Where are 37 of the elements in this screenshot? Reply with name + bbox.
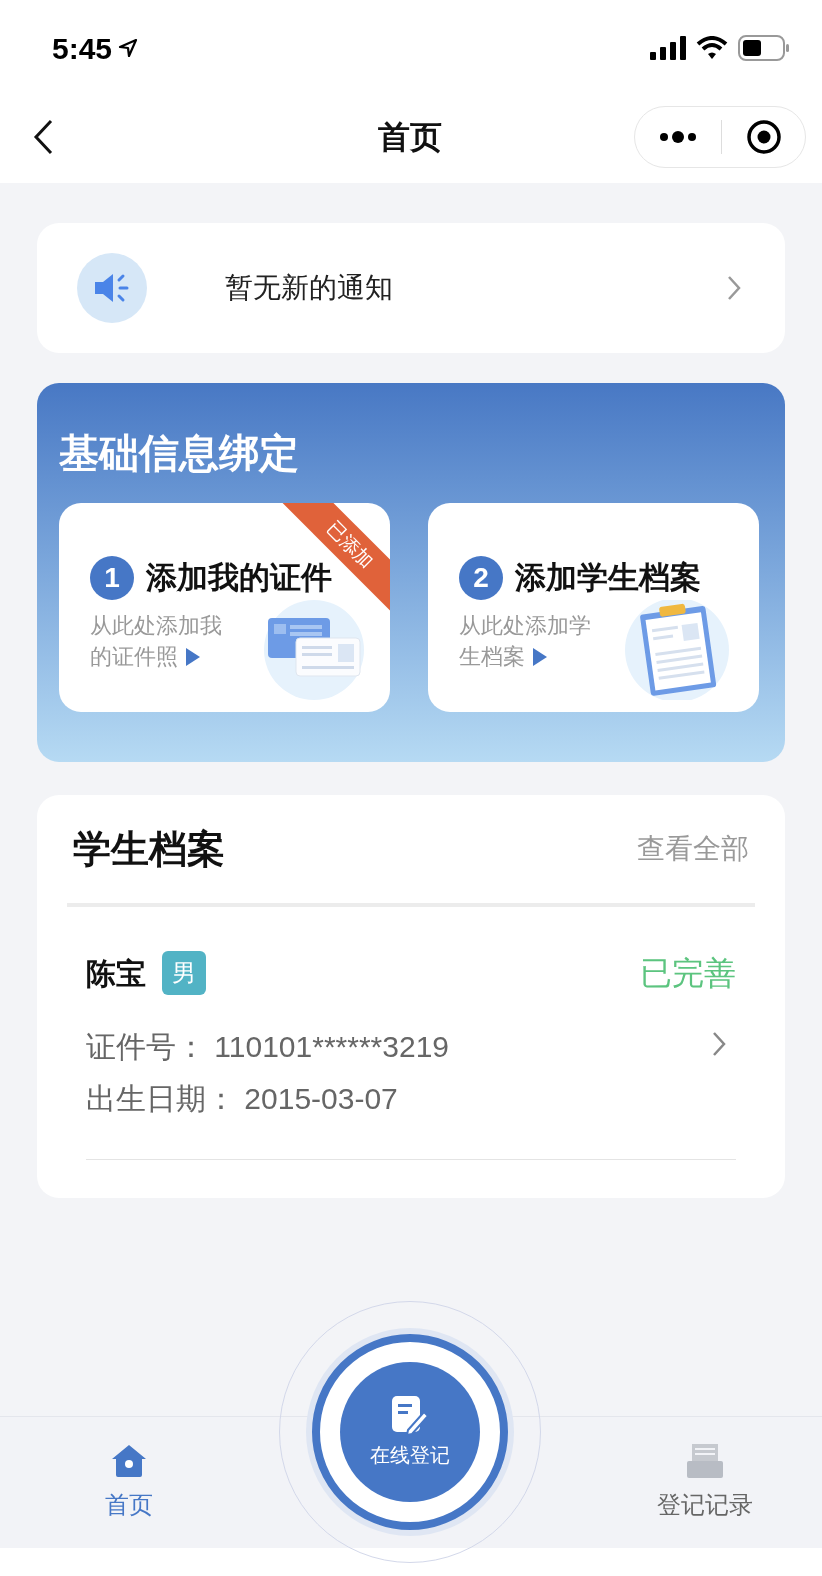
target-icon (745, 118, 782, 155)
register-label: 在线登记 (370, 1443, 450, 1468)
tab[interactable]: 登记记录 (548, 1417, 822, 1548)
tab[interactable]: 首页 (0, 1417, 274, 1548)
more-icon (659, 130, 697, 143)
step-title: 添加我的证件 (146, 559, 332, 597)
step-number: 2 (459, 556, 503, 601)
birth-date: 出生日期： 2015-03-07 (86, 1081, 399, 1117)
student-row[interactable]: 陈宝 男 已完善 证件号： 110101******3219 出生日期： 2015-03-07 (86, 907, 736, 1160)
wifi-icon (696, 36, 728, 60)
notice-card[interactable]: 暂无新的通知 (37, 223, 785, 353)
chevron-icon (727, 275, 741, 301)
step-description: 从此处添加学生档案 (459, 611, 592, 671)
binding-title: 基础信息绑定 (59, 430, 300, 477)
student-name: 陈宝 (86, 955, 146, 992)
status-time: 5:45 (52, 30, 113, 67)
section-title: 学生档案 (73, 826, 225, 872)
back-icon (33, 118, 53, 155)
home-icon (110, 1442, 148, 1479)
play-icon (533, 647, 547, 666)
battery-icon (738, 35, 790, 61)
status-text: 已完善 (640, 954, 736, 993)
notice-text: 暂无新的通知 (225, 271, 393, 305)
step-number: 1 (90, 556, 134, 601)
chevron-icon (712, 1031, 726, 1057)
edit-note-icon (390, 1394, 430, 1436)
step-card[interactable]: 已添加 1 添加我的证件 从此处添加我的证件照 (59, 503, 390, 712)
step-description: 从此处添加我的证件照 (90, 611, 223, 671)
gender-tag: 男 (162, 951, 206, 995)
page-title: 首页 (377, 117, 443, 157)
step-title: 添加学生档案 (515, 559, 701, 597)
play-icon (186, 647, 200, 666)
step-card[interactable]: 2 添加学生档案 从此处添加学生档案 (428, 503, 759, 712)
signal-icon (650, 36, 686, 60)
location-icon (118, 38, 139, 58)
id-number: 证件号： 110101******3219 (86, 1029, 449, 1065)
printer-icon (686, 1442, 724, 1479)
